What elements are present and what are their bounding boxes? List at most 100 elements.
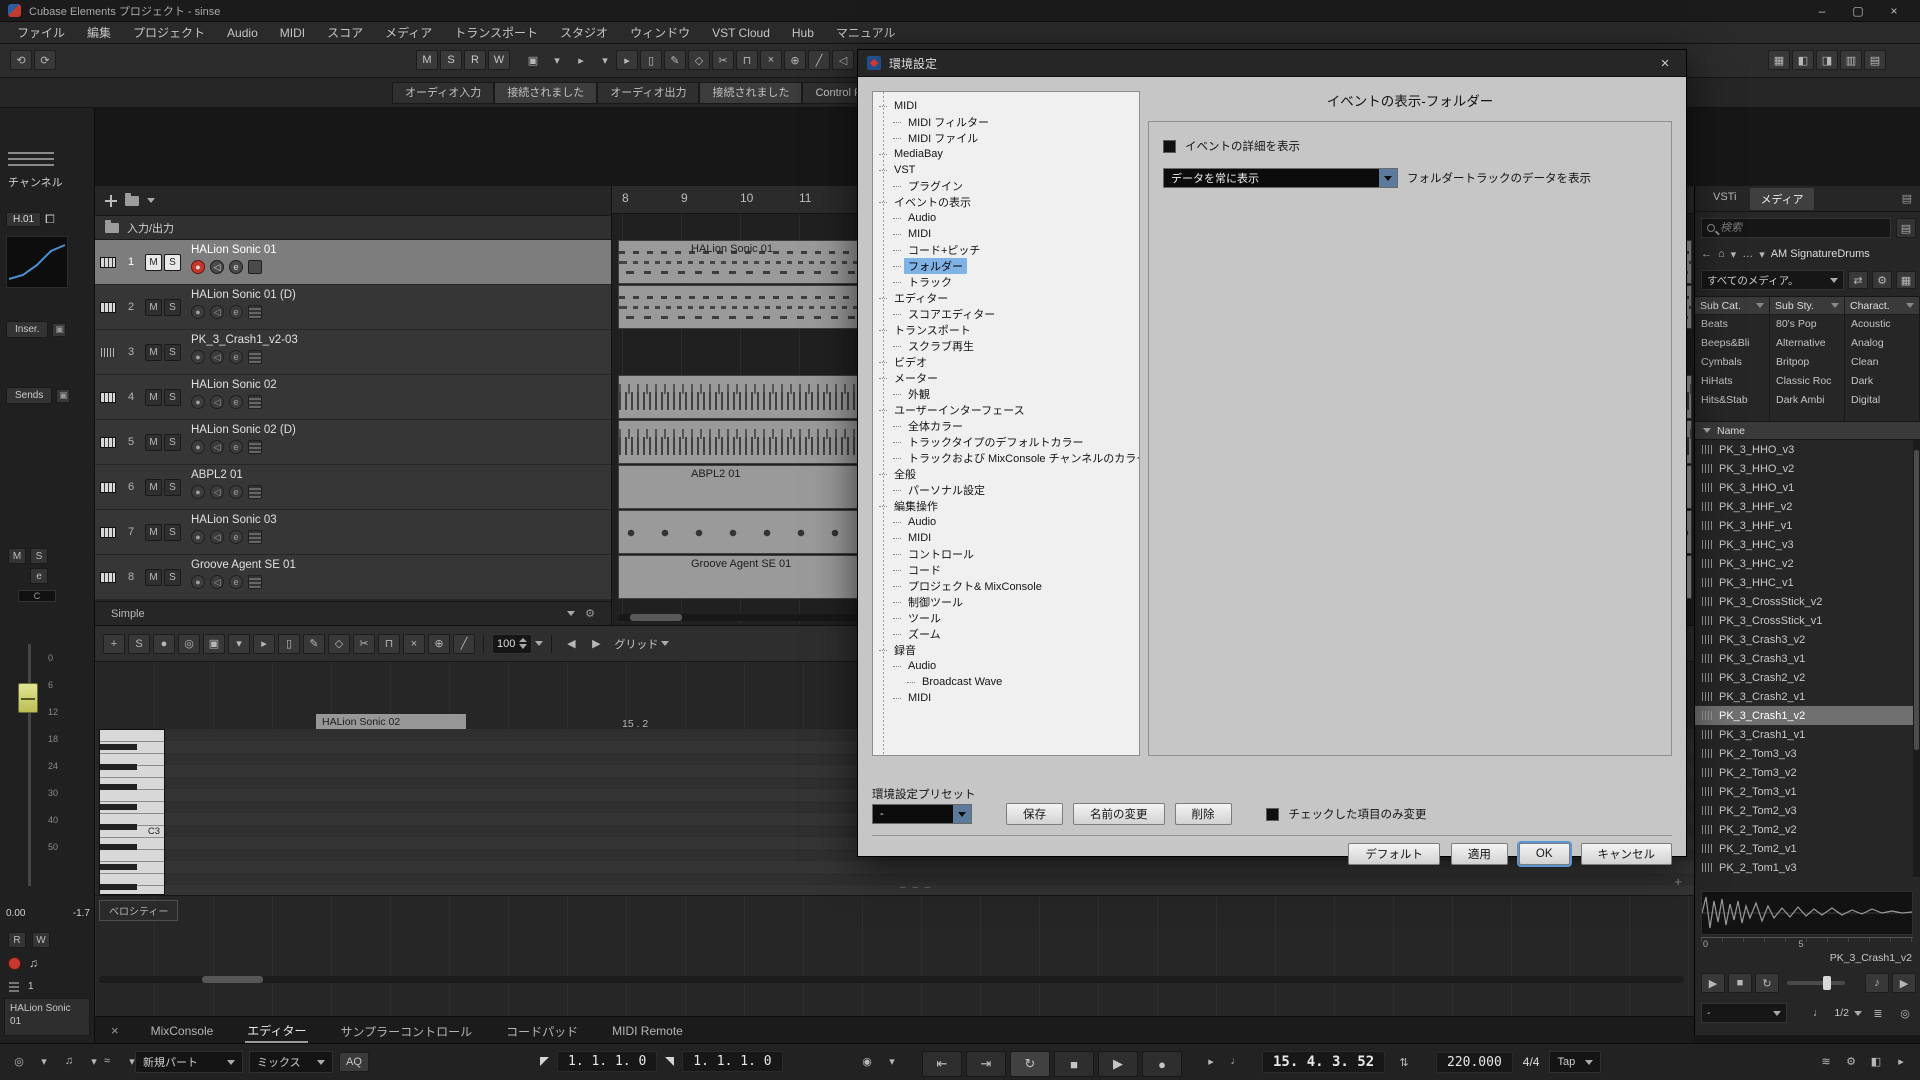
volume-fader-track[interactable]: [28, 644, 31, 886]
menu-item[interactable]: Hub: [781, 22, 825, 44]
file-row[interactable]: PK_3_HHO_v3: [1695, 440, 1914, 459]
constrain-delay-button[interactable]: ◎: [8, 1051, 30, 1071]
file-row[interactable]: PK_2_Tom2_v1: [1695, 839, 1914, 858]
go-to-end-button[interactable]: ⇥: [966, 1051, 1006, 1077]
mute-button[interactable]: M: [145, 569, 162, 586]
breadcrumb-ellipsis[interactable]: …: [1742, 248, 1753, 260]
channel-mute-button[interactable]: M: [8, 548, 26, 564]
view-mode-button[interactable]: ▦: [1896, 271, 1916, 289]
home-button[interactable]: ⌂: [1718, 248, 1725, 260]
preferences-tree-item[interactable]: Broadcast Wave: [873, 674, 1139, 690]
preferences-tree-item[interactable]: スコアエディター: [873, 306, 1139, 322]
read-automation-button[interactable]: R: [8, 932, 26, 948]
io-status-segment[interactable]: オーディオ入力: [392, 82, 494, 104]
channel-tag-button[interactable]: H.01: [6, 212, 41, 227]
search-options-button[interactable]: ▤: [1896, 218, 1916, 238]
dialog-title-bar[interactable]: 環境設定 ×: [858, 50, 1686, 77]
monitor-button[interactable]: ◁: [210, 440, 224, 454]
chevron-down-icon[interactable]: [567, 611, 575, 616]
edit-channel-button[interactable]: e: [229, 350, 243, 364]
filter-item[interactable]: Dark Ambi: [1770, 391, 1844, 410]
mute-button[interactable]: M: [145, 479, 162, 496]
lower-zone-tab[interactable]: エディター: [245, 1018, 308, 1043]
crosshair-tool[interactable]: +: [103, 634, 125, 654]
edit-channel-button[interactable]: e: [229, 260, 243, 274]
autoscroll-dropdown[interactable]: ▾: [594, 50, 616, 70]
record-arm-button[interactable]: ●: [191, 305, 205, 319]
file-row[interactable]: PK_3_Crash2_v1: [1695, 687, 1914, 706]
preview-volume-slider[interactable]: [1787, 981, 1845, 985]
io-folder-track[interactable]: 入力/出力: [95, 216, 611, 240]
preferences-tree-item[interactable]: トランスポート: [873, 322, 1139, 338]
preferences-tree-item[interactable]: 外観: [873, 386, 1139, 402]
menu-item[interactable]: ウィンドウ: [619, 22, 701, 44]
line-tool[interactable]: ╱: [453, 634, 475, 654]
lower-zone-tab[interactable]: サンプラーコントロール: [338, 1019, 474, 1042]
export-channel-icon[interactable]: ⧠: [45, 212, 55, 227]
menu-item[interactable]: Audio: [216, 22, 269, 44]
mute-button[interactable]: M: [145, 389, 162, 406]
preferences-tree-item[interactable]: MIDI: [873, 98, 1139, 114]
redo-button[interactable]: ⟳: [34, 50, 56, 70]
solo-button[interactable]: S: [164, 569, 181, 586]
show-part-borders-button[interactable]: ▣: [203, 634, 225, 654]
monitor-icon[interactable]: ♫: [29, 956, 38, 970]
zoom-in-icon[interactable]: +: [1674, 874, 1682, 889]
record-arm-button[interactable]: ●: [191, 260, 205, 274]
caret-down-icon[interactable]: [535, 641, 543, 646]
tap-tempo-button[interactable]: Tap: [1549, 1051, 1601, 1073]
quarter-note-icon[interactable]: ♩: [1225, 1051, 1247, 1071]
preferences-tree-item[interactable]: MIDI フィルター: [873, 114, 1139, 130]
rack-tab[interactable]: メディア: [1750, 188, 1813, 210]
back-button[interactable]: ←: [1701, 248, 1712, 260]
automation-state-button[interactable]: S: [440, 50, 462, 70]
left-zone-toggle[interactable]: ◧: [1792, 50, 1814, 70]
lower-zone-toggle[interactable]: ◨: [1816, 50, 1838, 70]
edit-channel-button[interactable]: e: [229, 575, 243, 589]
auto-quantize-button[interactable]: AQ: [339, 1052, 369, 1072]
project-position-display[interactable]: 15. 4. 3. 52: [1262, 1051, 1385, 1073]
preferences-tree-item[interactable]: 全般: [873, 466, 1139, 482]
add-track-button[interactable]: [105, 195, 117, 207]
monitor-button[interactable]: ◁: [210, 575, 224, 589]
filter-column-header[interactable]: Sub Sty.: [1770, 297, 1844, 315]
file-row[interactable]: PK_3_Crash3_v1: [1695, 649, 1914, 668]
stop-button[interactable]: ■: [1054, 1051, 1094, 1077]
edit-channel-button[interactable]: e: [30, 568, 48, 584]
record-arm-button[interactable]: ●: [191, 575, 205, 589]
record-arm-button[interactable]: [8, 957, 21, 970]
menu-item[interactable]: スタジオ: [549, 22, 619, 44]
filter-item[interactable]: Hits&Stab: [1695, 391, 1769, 410]
track-row[interactable]: 8 M S Groove Agent SE 01 ● ◁ e: [95, 555, 611, 599]
preferences-tree-item[interactable]: ユーザーインターフェース: [873, 402, 1139, 418]
inserts-bypass-icon[interactable]: ▣: [52, 323, 66, 337]
beat-unit-icon[interactable]: ♩: [1807, 1003, 1829, 1023]
velocity-lane-label[interactable]: ベロシティー: [99, 900, 178, 921]
preview-loop-button[interactable]: ↻: [1755, 973, 1779, 993]
record-button[interactable]: ●: [1142, 1051, 1182, 1077]
grid-dropdown-icon[interactable]: [661, 641, 669, 646]
left-locator-flag-icon[interactable]: [540, 1057, 549, 1066]
solo-editor-button[interactable]: S: [128, 634, 150, 654]
preferences-tree-item[interactable]: MIDI: [873, 690, 1139, 706]
preview-preset-select[interactable]: -: [1701, 1003, 1787, 1023]
punch-in-button[interactable]: ◉: [856, 1051, 878, 1071]
apply-button[interactable]: 適用: [1451, 843, 1508, 865]
filter-item[interactable]: 80's Pop: [1770, 315, 1844, 334]
split-tool[interactable]: ✂: [712, 50, 734, 70]
right-locator-flag-icon[interactable]: [665, 1057, 674, 1066]
acoustic-feedback-button[interactable]: ◎: [178, 634, 200, 654]
piano-keyboard[interactable]: C3: [99, 729, 165, 895]
chevron-down-icon[interactable]: [147, 198, 155, 203]
pan-control[interactable]: C: [18, 590, 56, 602]
file-row[interactable]: PK_3_HHO_v2: [1695, 459, 1914, 478]
preferences-tree-item[interactable]: ツール: [873, 610, 1139, 626]
io-status-segment[interactable]: 接続されました: [699, 82, 802, 104]
preferences-tree-item[interactable]: ビデオ: [873, 354, 1139, 370]
channel-solo-button[interactable]: S: [30, 548, 48, 564]
breadcrumb-dropdown[interactable]: ▾: [1759, 248, 1765, 261]
file-row[interactable]: PK_3_CrossStick_v1: [1695, 611, 1914, 630]
track-scale-label[interactable]: Simple: [111, 608, 145, 620]
zoom-tool[interactable]: ⊕: [784, 50, 806, 70]
track-list-settings-icon[interactable]: ⚙: [585, 607, 595, 620]
